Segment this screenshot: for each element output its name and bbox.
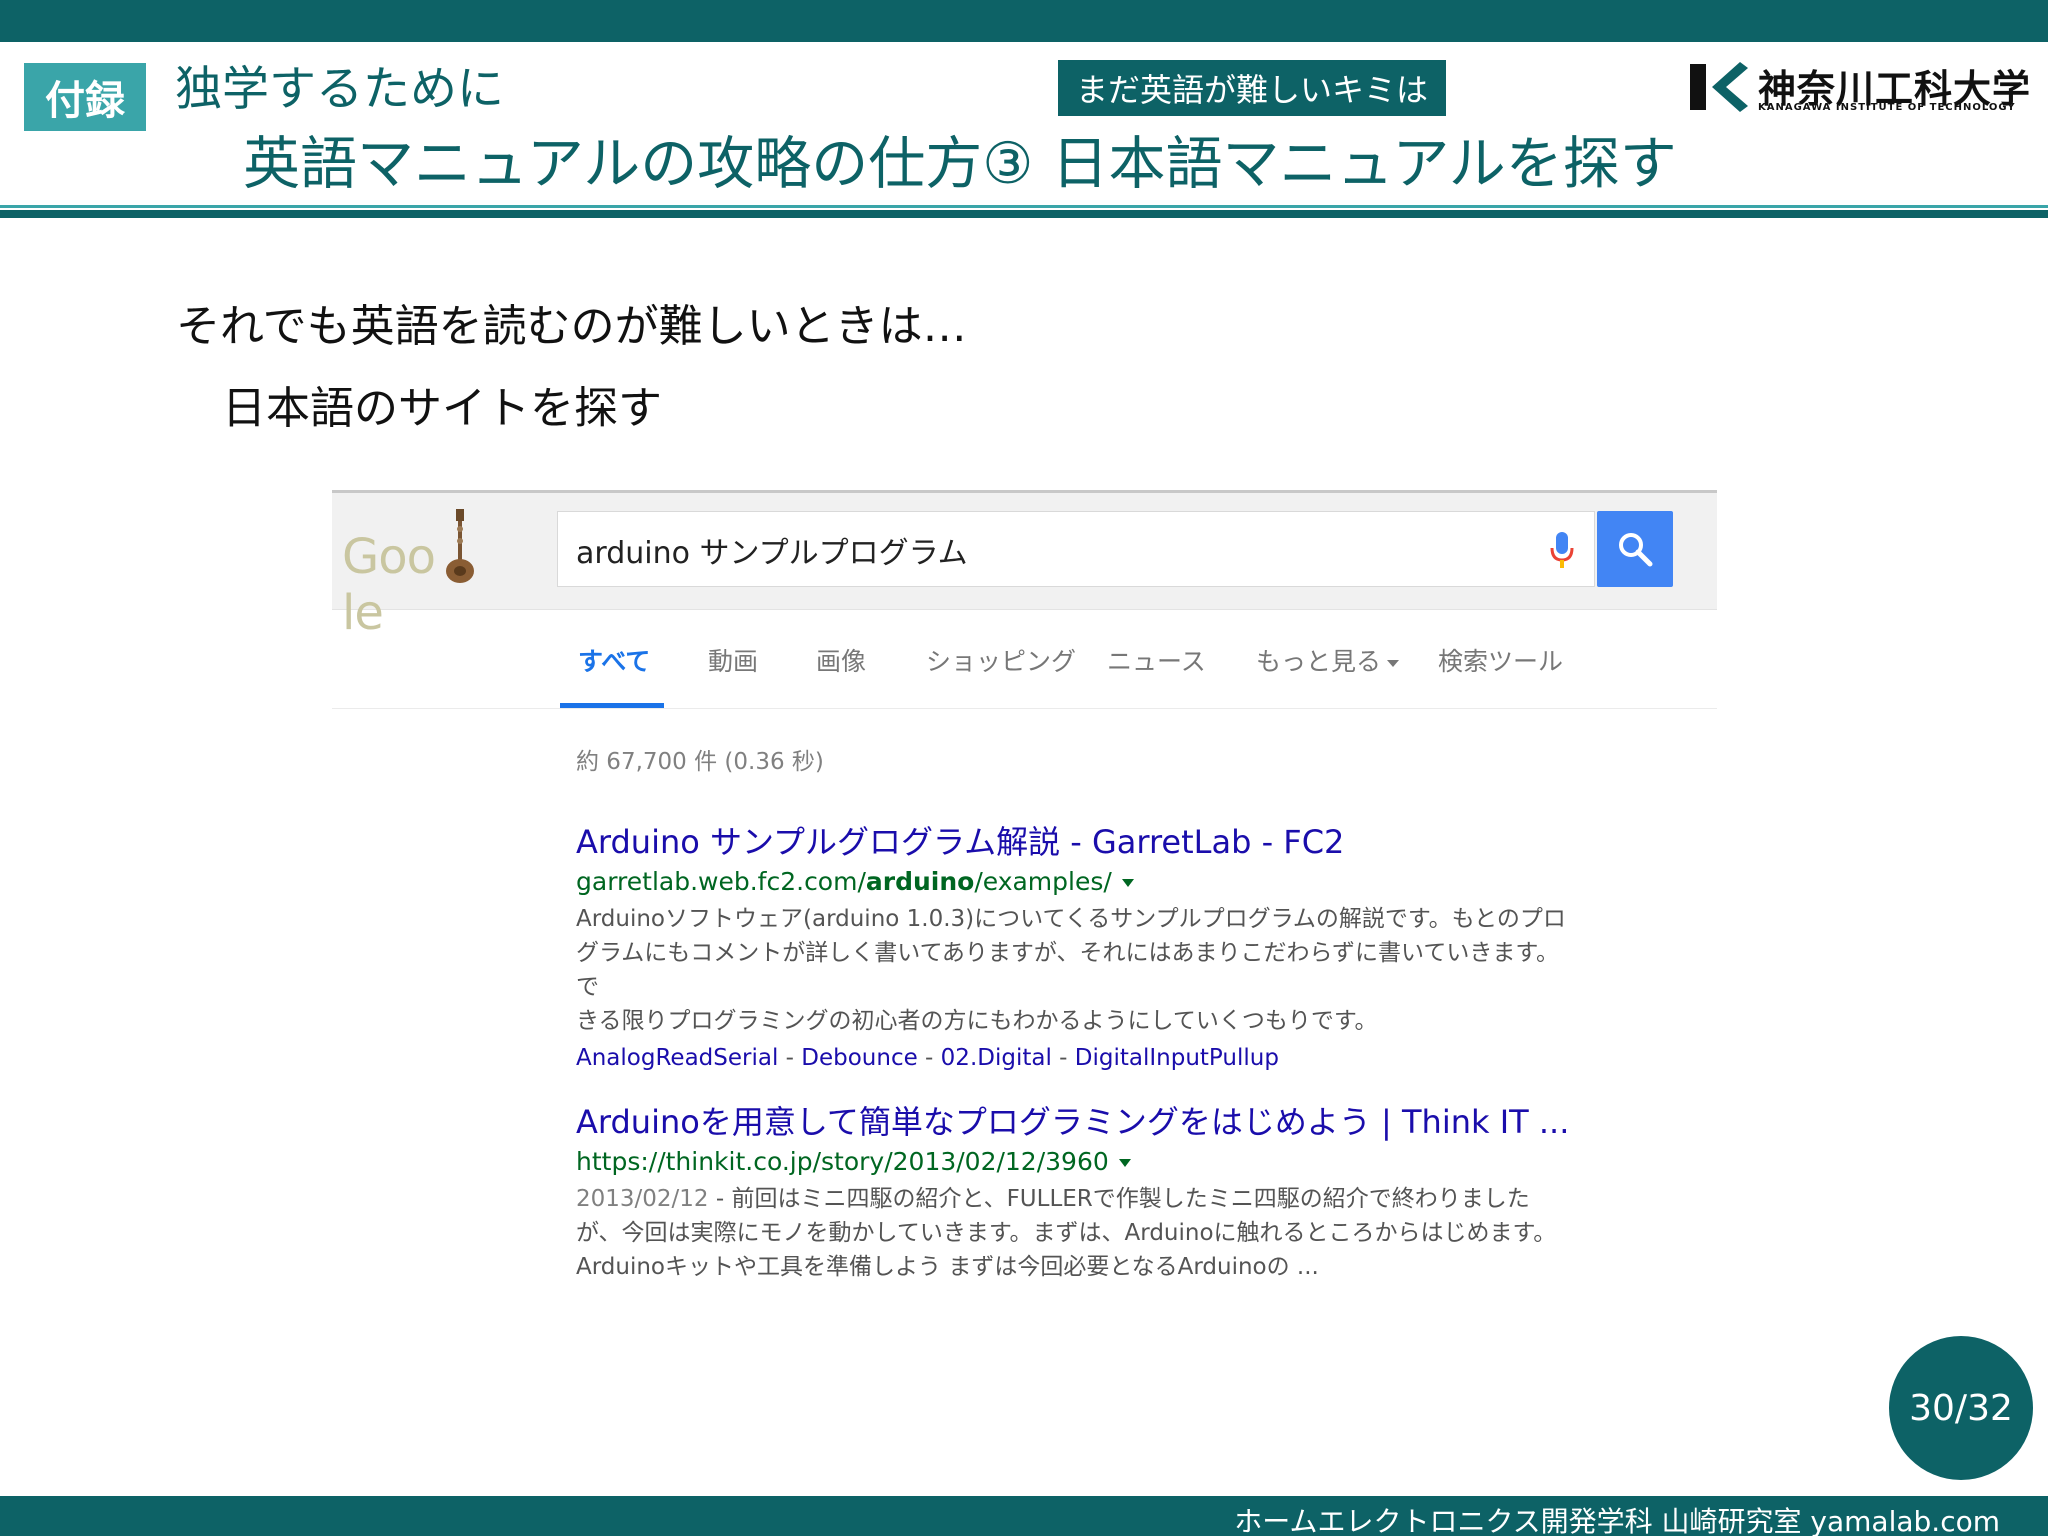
result-title-link[interactable]: Arduino サンプルグログラム解説 - GarretLab - FC2: [576, 820, 1576, 864]
result-snippet-line: が、今回は実際にモノを動かしていきます。まずは、Arduinoに触れるところから…: [576, 1220, 1557, 1246]
result-date: 2013/02/12: [576, 1186, 709, 1212]
slide-subtitle: 独学するために: [175, 62, 504, 117]
result-snippet: Arduinoソフトウェア(arduino 1.0.3)についてくるサンプルプロ…: [576, 902, 1576, 1038]
sitelink-separator: -: [778, 1045, 802, 1071]
tab-search-tools[interactable]: 検索ツール: [1438, 642, 1563, 678]
sitelink[interactable]: Debounce: [801, 1045, 917, 1071]
result-url: https://thinkit.co.jp/story/2013/02/12/3…: [576, 1144, 1576, 1180]
microphone-icon[interactable]: [1548, 530, 1576, 570]
google-search-screenshot: Goo le arduino サンプルプログラム すべて 動画 画像 ショッピン…: [332, 490, 1717, 1300]
url-dropdown-icon[interactable]: [1121, 879, 1134, 887]
search-result: Arduinoを用意して簡単なプログラミングをはじめよう | Think IT …: [576, 1100, 1576, 1284]
university-logo-subtitle: KANAGAWA INSTITUTE OF TECHNOLOGY: [1758, 102, 2016, 113]
tab-all[interactable]: すべて: [578, 642, 650, 678]
tab-more[interactable]: もっと見る: [1256, 642, 1400, 678]
appendix-badge: 付録: [24, 63, 146, 131]
result-snippet: 2013/02/12 - 前回はミニ四駆の紹介と、FULLERで作製したミニ四駆…: [576, 1182, 1576, 1284]
university-logo-mark-icon: [1690, 62, 1748, 112]
page-number-badge: 30/32: [1889, 1336, 2033, 1480]
slide-title: 英語マニュアルの攻略の仕方③ 日本語マニュアルを探す: [243, 131, 1677, 197]
body-text-line1: それでも英語を読むのが難しいときは…: [176, 301, 967, 352]
sitelink[interactable]: 02.Digital: [941, 1045, 1052, 1071]
search-tabs: すべて 動画 画像 ショッピング ニュース もっと見る 検索ツール: [332, 606, 1717, 709]
title-divider-thick: [0, 210, 2048, 218]
result-snippet-line: グラムにもコメントが詳しく書いてありますが、それにはあまりこだわらずに書いていき…: [576, 940, 1560, 1000]
result-snippet-line: Arduinoキットや工具を準備しよう まずは今回必要となるArduinoの .…: [576, 1254, 1319, 1280]
google-doodle-logo[interactable]: Goo le: [342, 509, 477, 641]
result-snippet-line: Arduinoソフトウェア(arduino 1.0.3)についてくるサンプルプロ…: [576, 906, 1566, 932]
tab-videos[interactable]: 動画: [708, 642, 758, 678]
active-tab-indicator: [560, 703, 664, 708]
tab-more-label: もっと見る: [1256, 647, 1382, 676]
search-button[interactable]: [1597, 511, 1673, 587]
result-title-link[interactable]: Arduinoを用意して簡単なプログラミングをはじめよう | Think IT …: [576, 1100, 1576, 1144]
result-url-prefix: garretlab.web.fc2.com/: [576, 867, 866, 896]
search-header: Goo le arduino サンプルプログラム: [332, 490, 1717, 641]
sitelink-separator: -: [1051, 1045, 1075, 1071]
search-input[interactable]: arduino サンプルプログラム: [557, 511, 1595, 587]
tab-news[interactable]: ニュース: [1107, 642, 1206, 678]
footer-bar: ホームエレクトロニクス開発学科 山崎研究室 yamalab.com: [0, 1496, 2048, 1538]
search-result: Arduino サンプルグログラム解説 - GarretLab - FC2 ga…: [576, 820, 1576, 1076]
title-divider: [0, 205, 2048, 208]
result-url: garretlab.web.fc2.com/arduino/examples/: [576, 864, 1576, 900]
footer-text: ホームエレクトロニクス開発学科 山崎研究室 yamalab.com: [1234, 1505, 2000, 1538]
sitelink[interactable]: DigitalInputPullup: [1075, 1045, 1279, 1071]
date-separator: -: [708, 1186, 732, 1212]
result-stats: 約 67,700 件 (0.36 秒): [576, 749, 824, 775]
result-url-keyword: arduino: [865, 867, 975, 896]
university-logo: 神奈川工科大学 KANAGAWA INSTITUTE OF TECHNOLOGY: [1690, 60, 2030, 116]
tab-shopping[interactable]: ショッピング: [926, 642, 1076, 678]
result-sitelinks: AnalogReadSerial - Debounce - 02.Digital…: [576, 1040, 1576, 1076]
tab-images[interactable]: 画像: [816, 642, 866, 678]
sitelink-separator: -: [917, 1045, 941, 1071]
result-snippet-line: きる限りプログラミングの初心者の方にもわかるようにしていくつもりです。: [576, 1008, 1378, 1034]
chevron-down-icon: [1387, 659, 1400, 667]
result-snippet-line: 前回はミニ四駆の紹介と、FULLERで作製したミニ四駆の紹介で終わりました: [731, 1186, 1530, 1212]
sitar-doodle-icon: [446, 509, 474, 583]
body-text-line2: 日本語のサイトを探す: [222, 383, 662, 434]
url-dropdown-icon[interactable]: [1118, 1159, 1131, 1167]
top-bar: [0, 0, 2048, 42]
result-url-suffix: /examples/: [974, 867, 1112, 896]
tagline-box: まだ英語が難しいキミは: [1058, 60, 1446, 116]
search-query-text: arduino サンプルプログラム: [576, 536, 968, 571]
search-icon: [1619, 533, 1653, 567]
sitelink[interactable]: AnalogReadSerial: [576, 1045, 778, 1071]
result-url-text: https://thinkit.co.jp/story/2013/02/12/3…: [576, 1147, 1109, 1176]
